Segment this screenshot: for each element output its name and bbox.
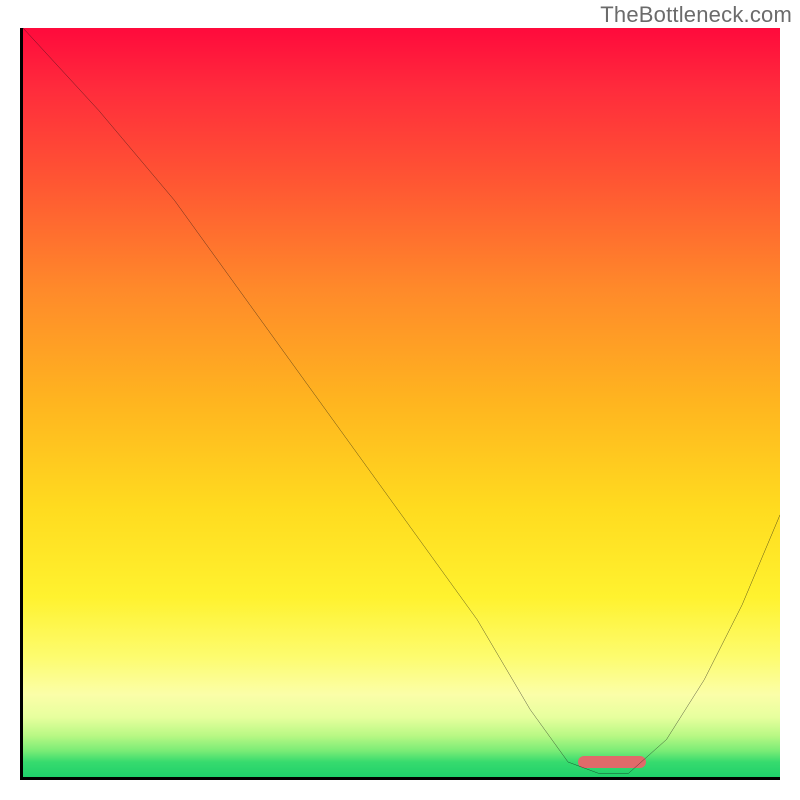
watermark-text: TheBottleneck.com xyxy=(600,2,792,28)
chart-container: TheBottleneck.com xyxy=(0,0,800,800)
plot-area xyxy=(20,28,780,780)
bottleneck-curve xyxy=(23,28,780,777)
